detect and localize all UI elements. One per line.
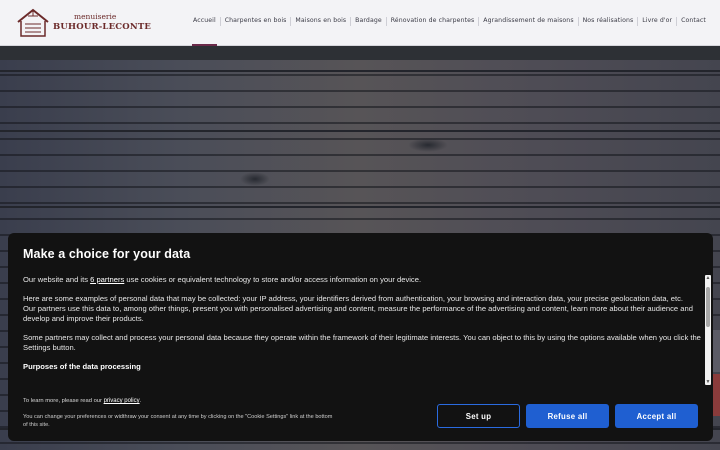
nav-divider xyxy=(577,17,579,26)
nav-divider xyxy=(676,17,678,26)
nav-item-maisons-en-bois[interactable]: Maisons en bois xyxy=(295,0,346,46)
nav-divider xyxy=(385,17,387,26)
site-logo[interactable]: menuiserie BUHOUR-LECONTE xyxy=(16,8,151,40)
nav-item-agrandissement-de-maisons[interactable]: Agrandissement de maisons xyxy=(483,0,573,46)
privacy-text: To learn more, please read our xyxy=(23,398,104,404)
nav-item-charpentes-en-bois[interactable]: Charpentes en bois xyxy=(225,0,287,46)
scroll-down-icon[interactable]: ▼ xyxy=(705,379,711,385)
plank-gap xyxy=(0,130,720,132)
nav-item-bardage[interactable]: Bardage xyxy=(355,0,382,46)
nav-divider xyxy=(350,17,352,26)
nav-item-nos-realisations[interactable]: Nos réalisations xyxy=(583,0,634,46)
nav-item-livre-dor[interactable]: Livre d'or xyxy=(642,0,672,46)
nav-item-accueil[interactable]: Accueil xyxy=(192,0,217,46)
privacy-note: To learn more, please read our privacy p… xyxy=(23,398,141,404)
nav-item-contact[interactable]: Contact xyxy=(681,0,706,46)
wood-knot xyxy=(240,172,270,186)
nav-divider xyxy=(478,17,480,26)
purposes-heading[interactable]: Purposes of the data processing xyxy=(23,362,703,372)
nav-divider xyxy=(637,17,639,26)
consent-partners-use: Our partners use this data to, among oth… xyxy=(23,304,693,323)
partners-link[interactable]: 6 partners xyxy=(90,275,124,284)
consent-title: Make a choice for your data xyxy=(23,247,191,261)
wood-knot xyxy=(408,138,448,152)
cookie-consent-dialog: Make a choice for your data Our website … xyxy=(8,233,713,441)
privacy-policy-link[interactable]: privacy policy xyxy=(104,398,140,404)
consent-body: Our website and its 6 partners use cooki… xyxy=(23,275,703,400)
main-nav: Accueil Charpentes en bois Maisons en bo… xyxy=(192,0,706,46)
logo-text-line2: BUHOUR-LECONTE xyxy=(53,22,152,32)
setup-button[interactable]: Set up xyxy=(437,404,520,428)
preferences-note: You can change your preferences or width… xyxy=(23,414,333,428)
accept-all-button[interactable]: Accept all xyxy=(615,404,698,428)
scrollbar-thumb[interactable] xyxy=(706,287,710,327)
consent-intro: Our website and its 6 partners use cooki… xyxy=(23,275,703,285)
site-header: menuiserie BUHOUR-LECONTE Accueil Charpe… xyxy=(0,0,720,46)
refuse-all-button[interactable]: Refuse all xyxy=(526,404,609,428)
consent-scrollbar[interactable]: ▲ ▼ xyxy=(705,275,711,385)
plank-gap xyxy=(0,206,720,208)
nav-item-renovation-de-charpentes[interactable]: Rénovation de charpentes xyxy=(391,0,475,46)
consent-intro-text-end: use cookies or equivalent technology to … xyxy=(124,275,422,284)
consent-intro-text: Our website and its xyxy=(23,275,91,284)
nav-divider xyxy=(219,17,221,26)
house-logo-icon xyxy=(17,8,49,37)
plank-gap xyxy=(0,70,720,72)
consent-legitimate-interest: Some partners may collect and process yo… xyxy=(23,333,701,352)
privacy-text-end: . xyxy=(139,398,142,404)
scroll-up-icon[interactable]: ▲ xyxy=(705,275,711,281)
consent-examples: Here are some examples of personal data … xyxy=(23,294,684,303)
nav-divider xyxy=(290,17,292,26)
logo-text-line1: menuiserie xyxy=(74,12,117,21)
